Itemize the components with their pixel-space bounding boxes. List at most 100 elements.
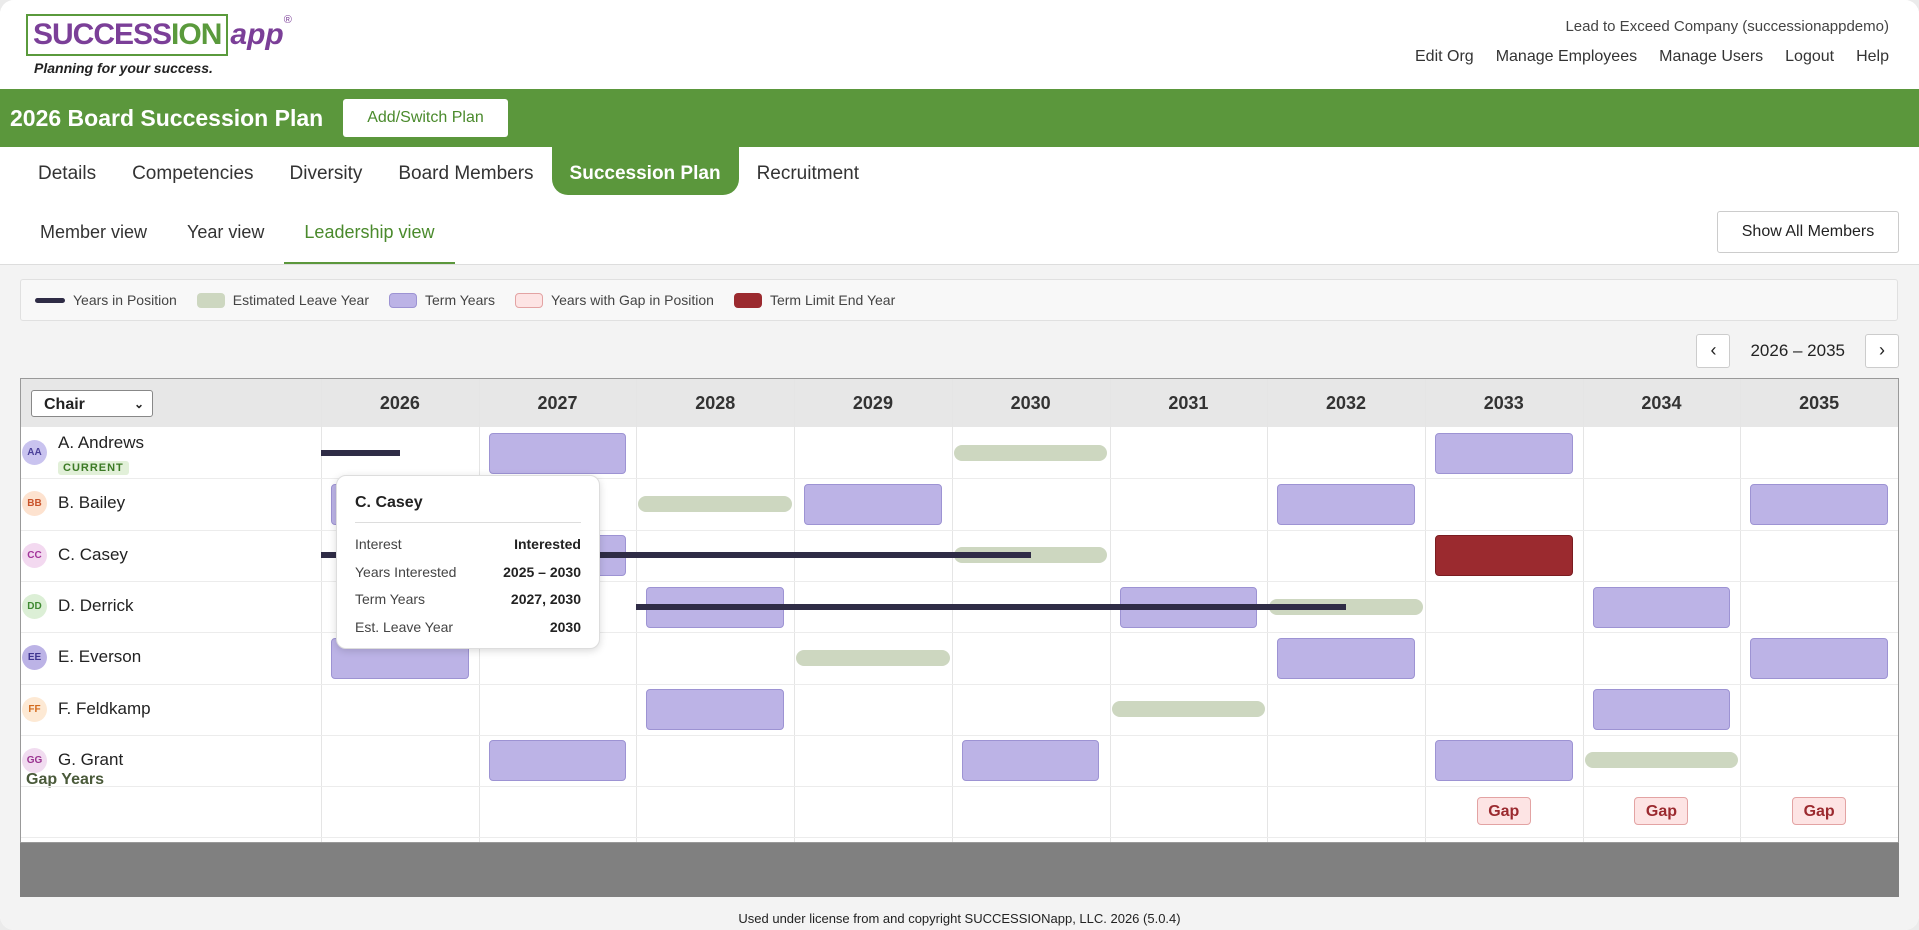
next-range-button[interactable]: › xyxy=(1865,334,1899,368)
avatar: DD xyxy=(22,593,47,619)
avatar: BB xyxy=(22,491,47,517)
term-year-block[interactable] xyxy=(488,740,627,782)
nav-edit-org[interactable]: Edit Org xyxy=(1415,48,1474,66)
gap-year-badge[interactable]: Gap xyxy=(1792,797,1847,826)
tooltip-row-est-leave-year: Est. Leave Year 2030 xyxy=(355,619,581,635)
member-row[interactable]: BB B. Bailey xyxy=(21,478,321,529)
legend-swatch-position xyxy=(35,297,65,303)
legend-label: Estimated Leave Year xyxy=(232,292,369,308)
tooltip-key: Term Years xyxy=(355,591,426,607)
tooltip-key: Years Interested xyxy=(355,564,457,580)
company-name: Lead to Exceed Company (successionappdem… xyxy=(1565,18,1889,35)
nav-manage-users[interactable]: Manage Users xyxy=(1659,48,1763,66)
grid-column-divider xyxy=(1582,379,1584,842)
term-year-block[interactable] xyxy=(1277,637,1415,679)
avatar: EE xyxy=(22,645,47,671)
role-select-value: Chair xyxy=(44,396,85,413)
term-year-block[interactable] xyxy=(488,432,627,474)
member-row[interactable]: EE E. Everson xyxy=(21,632,321,683)
sub-tabs: Member view Year view Leadership view xyxy=(20,207,455,264)
legend-swatch-limit xyxy=(733,292,762,308)
top-nav: Edit Org Manage Employees Manage Users L… xyxy=(1415,48,1889,66)
nav-help[interactable]: Help xyxy=(1856,48,1889,66)
prev-range-button[interactable]: ‹ xyxy=(1696,334,1731,368)
tooltip-divider xyxy=(355,522,581,523)
grid-row-divider xyxy=(21,837,1898,839)
gap-year-badge[interactable]: Gap xyxy=(1634,797,1689,826)
estimated-leave-bar[interactable] xyxy=(953,444,1108,461)
member-name[interactable]: C. Casey xyxy=(58,545,128,565)
estimated-leave-bar[interactable] xyxy=(638,495,793,512)
subtab-leadership-view[interactable]: Leadership view xyxy=(284,207,455,264)
tooltip-name: C. Casey xyxy=(355,494,423,511)
tooltip-value: Interested xyxy=(514,536,581,552)
tab-succession-plan[interactable]: Succession Plan xyxy=(551,147,739,195)
member-row[interactable]: GG G. Grant xyxy=(21,735,321,786)
legend-label: Years with Gap in Position xyxy=(551,292,714,308)
legend-label: Term Years xyxy=(425,292,496,308)
term-year-block[interactable] xyxy=(1277,483,1415,525)
tab-recruitment[interactable]: Recruitment xyxy=(739,147,877,195)
member-row[interactable]: AA A. Andrews CURRENT xyxy=(21,427,321,478)
term-year-block[interactable] xyxy=(1592,689,1731,731)
member-tooltip: C. Casey Interest Interested Years Intere… xyxy=(336,475,600,649)
role-select[interactable]: Chair ⌄ xyxy=(31,390,153,417)
years-in-position-line xyxy=(636,603,1347,610)
legend-label: Years in Position xyxy=(73,292,177,308)
estimated-leave-bar[interactable] xyxy=(1111,701,1266,718)
tab-competencies[interactable]: Competencies xyxy=(114,147,271,195)
estimated-leave-bar[interactable] xyxy=(1584,752,1739,769)
member-row[interactable]: DD D. Derrick xyxy=(21,581,321,632)
term-year-block[interactable] xyxy=(1434,740,1573,782)
grid-column-divider xyxy=(636,379,638,842)
tab-diversity[interactable]: Diversity xyxy=(272,147,381,195)
chevron-down-icon: ⌄ xyxy=(133,397,144,411)
top-bar: SUCCESSION app® Planning for your succes… xyxy=(0,0,1919,89)
member-name[interactable]: F. Feldkamp xyxy=(58,699,151,719)
copyright-footer: Used under license from and copyright SU… xyxy=(738,911,1181,926)
term-year-block[interactable] xyxy=(804,483,942,525)
member-row[interactable]: FF F. Feldkamp xyxy=(21,684,321,735)
year-range-label: 2026 – 2035 xyxy=(1750,341,1845,360)
legend-term-years: Term Years xyxy=(389,292,495,308)
grid-column-divider xyxy=(1267,379,1269,842)
nav-manage-employees[interactable]: Manage Employees xyxy=(1496,48,1637,66)
year-header: 2035 xyxy=(1799,393,1840,413)
gap-year-badge[interactable]: Gap xyxy=(1476,797,1531,826)
member-row[interactable]: CC C. Casey xyxy=(21,530,321,581)
year-header: 2034 xyxy=(1641,393,1682,413)
member-name[interactable]: G. Grant xyxy=(58,750,123,770)
term-year-block[interactable] xyxy=(1750,637,1888,679)
term-year-block[interactable] xyxy=(1750,483,1888,525)
add-switch-plan-button[interactable]: Add/Switch Plan xyxy=(343,99,508,137)
member-name[interactable]: B. Bailey xyxy=(58,493,125,513)
term-limit-block[interactable] xyxy=(1434,535,1573,577)
avatar: AA xyxy=(22,440,47,465)
estimated-leave-bar[interactable] xyxy=(796,649,950,666)
term-year-block[interactable] xyxy=(1592,586,1731,628)
year-range-control: ‹ 2026 – 2035 › xyxy=(1696,334,1899,368)
logo[interactable]: SUCCESSION app® Planning for your succes… xyxy=(26,14,292,76)
app-window: SUCCESSION app® Planning for your succes… xyxy=(0,0,1919,930)
member-name[interactable]: E. Everson xyxy=(58,647,141,667)
legend-gap-years: Years with Gap in Position xyxy=(515,292,714,308)
term-year-block[interactable] xyxy=(646,689,785,731)
member-name[interactable]: A. Andrews xyxy=(58,433,144,453)
year-header: 2026 xyxy=(379,393,420,413)
legend: Years in Position Estimated Leave Year T… xyxy=(20,279,1898,321)
logo-text-ion: ION xyxy=(171,18,222,51)
leadership-grid: Chair ⌄ Gap Years 2026 2027 2028 2029 2030 20… xyxy=(20,378,1899,843)
avatar: FF xyxy=(22,696,47,722)
nav-logout[interactable]: Logout xyxy=(1785,48,1834,66)
subtab-member-view[interactable]: Member view xyxy=(20,207,167,264)
tooltip-key: Est. Leave Year xyxy=(355,619,454,635)
term-year-block[interactable] xyxy=(961,740,1100,782)
plan-bar: 2026 Board Succession Plan Add/Switch Pl… xyxy=(0,89,1919,147)
term-year-block[interactable] xyxy=(1434,432,1573,474)
member-name[interactable]: D. Derrick xyxy=(58,596,134,616)
show-all-members-button[interactable]: Show All Members xyxy=(1717,211,1899,253)
tab-details[interactable]: Details xyxy=(20,147,114,195)
subtab-year-view[interactable]: Year view xyxy=(167,207,284,264)
tooltip-value: 2030 xyxy=(549,619,581,635)
tab-board-members[interactable]: Board Members xyxy=(380,147,551,195)
